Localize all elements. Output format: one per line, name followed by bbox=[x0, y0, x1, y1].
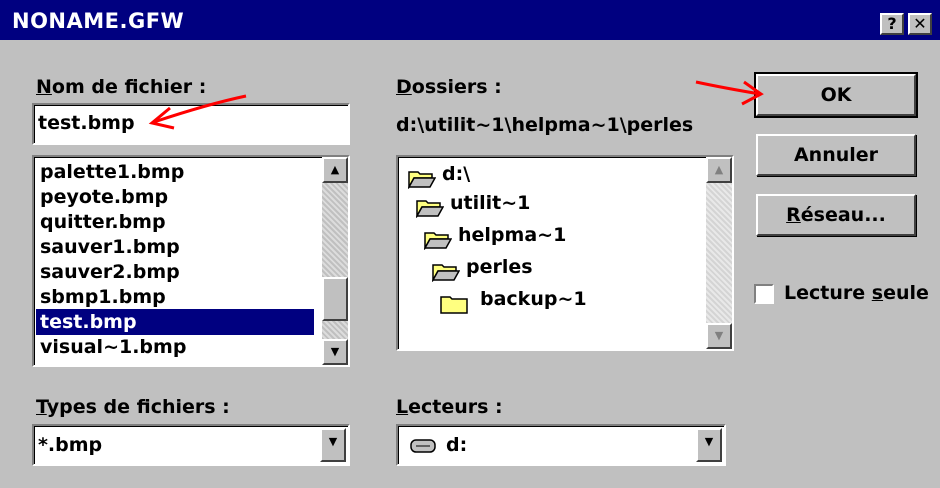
file-list-item[interactable]: quitter.bmp bbox=[40, 209, 166, 235]
folder-item-root[interactable]: d:\ bbox=[442, 161, 470, 187]
filetypes-label: Types de fichiers : bbox=[36, 396, 230, 418]
file-list-scrollbar[interactable]: ▲ ▼ bbox=[322, 157, 348, 365]
open-folder-icon bbox=[432, 264, 460, 282]
file-list-item[interactable]: visual~1.bmp bbox=[40, 334, 186, 360]
drives-value: d: bbox=[446, 434, 468, 456]
annotation-arrow-icon bbox=[695, 80, 764, 106]
scroll-up-arrow-icon[interactable]: ▲ bbox=[322, 157, 348, 183]
cancel-button[interactable]: Annuler bbox=[756, 134, 916, 176]
current-path: d:\utilit~1\helpma~1\perles bbox=[396, 114, 694, 136]
close-button[interactable]: ✕ bbox=[908, 13, 932, 35]
window-title: NONAME.GFW bbox=[12, 9, 185, 33]
folder-item-helpma[interactable]: helpma~1 bbox=[458, 222, 566, 248]
file-list-item[interactable]: sauver1.bmp bbox=[40, 234, 180, 260]
folder-item-utilit[interactable]: utilit~1 bbox=[450, 190, 530, 216]
readonly-checkbox[interactable] bbox=[754, 284, 774, 304]
dropdown-arrow-icon[interactable]: ▼ bbox=[696, 428, 722, 462]
file-list[interactable]: palette1.bmp peyote.bmp quitter.bmp sauv… bbox=[32, 155, 350, 367]
scroll-down-arrow-icon[interactable]: ▼ bbox=[322, 339, 348, 365]
network-button[interactable]: Réseau... bbox=[756, 194, 916, 236]
scroll-down-arrow-icon[interactable]: ▼ bbox=[706, 323, 732, 349]
annotation-arrow-icon bbox=[148, 94, 247, 130]
file-list-item[interactable]: sbmp1.bmp bbox=[40, 284, 166, 310]
drives-select[interactable]: d: ▼ bbox=[396, 424, 726, 466]
filetypes-select[interactable]: *.bmp ▼ bbox=[32, 424, 350, 466]
readonly-label[interactable]: Lecture seule bbox=[784, 282, 929, 304]
file-list-item[interactable]: sauver2.bmp bbox=[40, 259, 180, 285]
scroll-thumb[interactable] bbox=[322, 277, 348, 321]
folder-icon bbox=[440, 296, 468, 314]
filetypes-value: *.bmp bbox=[38, 434, 103, 456]
scroll-up-arrow-icon[interactable]: ▲ bbox=[706, 157, 732, 183]
filename-input-value: test.bmp bbox=[38, 112, 135, 134]
help-button[interactable]: ? bbox=[880, 13, 904, 35]
folder-item-backup[interactable]: backup~1 bbox=[480, 286, 587, 312]
open-folder-icon bbox=[416, 200, 444, 218]
drives-label: Lecteurs : bbox=[396, 396, 503, 418]
open-folder-icon bbox=[408, 171, 436, 189]
drive-icon bbox=[410, 439, 436, 453]
dropdown-arrow-icon[interactable]: ▼ bbox=[320, 428, 346, 462]
folder-tree[interactable]: d:\ utilit~1 helpma~1 perles backup~1 ▲ … bbox=[396, 155, 734, 351]
file-list-item-selected[interactable]: test.bmp bbox=[36, 309, 314, 335]
folders-label: Dossiers : bbox=[396, 76, 502, 98]
open-folder-icon bbox=[424, 232, 452, 250]
ok-button[interactable]: OK bbox=[754, 72, 918, 118]
folder-tree-scrollbar[interactable]: ▲ ▼ bbox=[706, 157, 732, 349]
file-list-item[interactable]: peyote.bmp bbox=[40, 184, 168, 210]
folder-item-perles[interactable]: perles bbox=[466, 254, 533, 280]
file-list-item[interactable]: palette1.bmp bbox=[40, 159, 184, 185]
